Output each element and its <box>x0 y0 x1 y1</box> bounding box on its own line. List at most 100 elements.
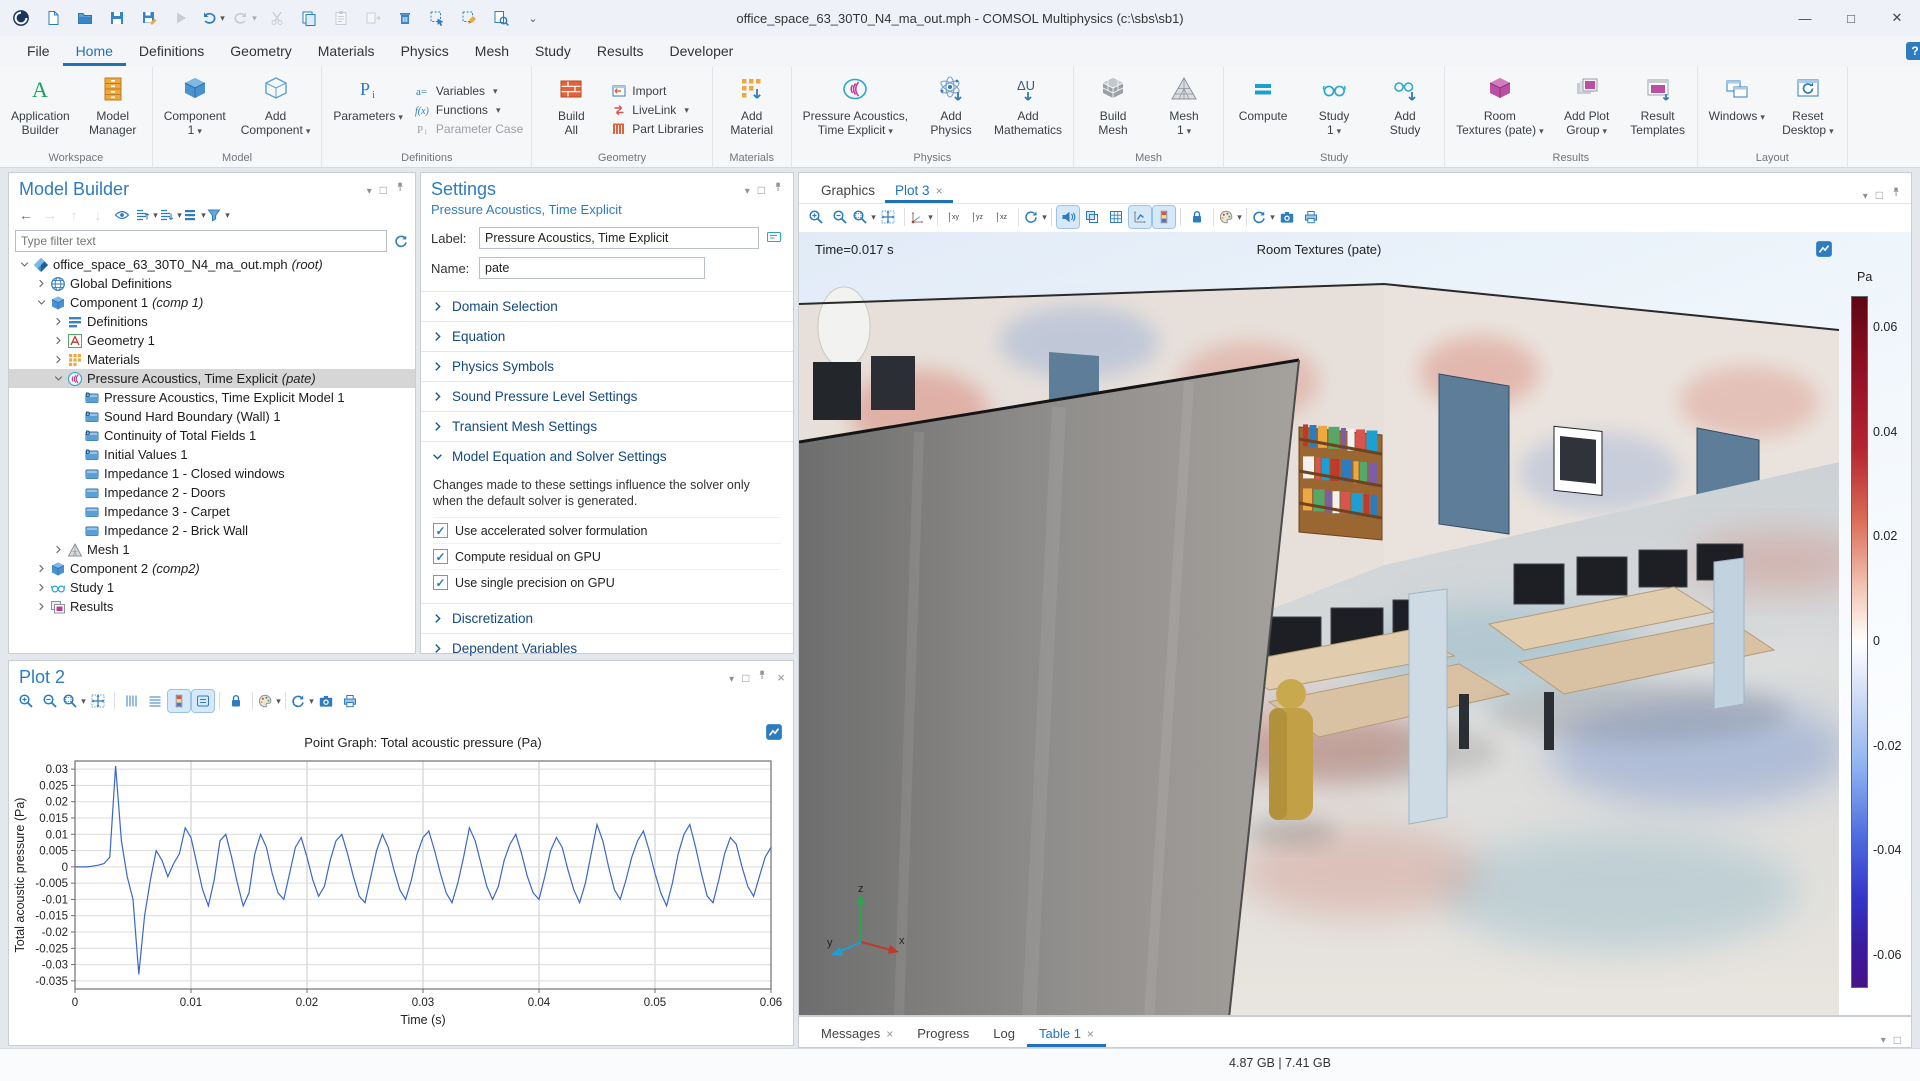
plot2-lock-button[interactable] <box>225 690 247 712</box>
menu-results[interactable]: Results <box>584 36 657 66</box>
graphics-lock-button[interactable] <box>1186 206 1208 228</box>
pin-panel-icon[interactable] <box>1891 186 1903 203</box>
plot2-zoom-in-button[interactable] <box>15 690 37 712</box>
label-field[interactable] <box>479 227 759 249</box>
pin-panel-icon[interactable] <box>773 181 785 198</box>
checkbox-box[interactable]: ✓ <box>433 575 448 590</box>
ribbon-button-mesh-1[interactable]: Mesh 1 ▾ <box>1149 69 1219 151</box>
ribbon-button-functions[interactable]: f(x) Functions ▾ <box>415 102 523 118</box>
ribbon-button-room-textures-pate-[interactable]: Room Textures (pate) ▾ <box>1449 69 1551 151</box>
checkbox-box[interactable]: ✓ <box>433 523 448 538</box>
redo-button[interactable]: ▾ <box>234 7 257 29</box>
plot2-zoom-extents-button[interactable] <box>87 690 109 712</box>
section-header-domain-selection[interactable]: Domain Selection <box>421 292 793 321</box>
help-button[interactable]: ? <box>1906 42 1920 60</box>
clear-selection-button[interactable] <box>458 7 480 29</box>
pin-panel-icon[interactable] <box>757 669 769 686</box>
close-tab-icon[interactable]: × <box>1087 1027 1094 1041</box>
graphics-zoom-in-button[interactable] <box>805 206 827 228</box>
close-tab-icon[interactable]: × <box>936 184 943 198</box>
expand-icon[interactable] <box>34 582 49 593</box>
run-button[interactable] <box>170 7 192 29</box>
tree-node-pressure-acoustics-time-explicit-model-1[interactable]: D Pressure Acoustics, Time Explicit Model… <box>9 388 415 407</box>
graphics-viewport[interactable]: Time=0.017 s Room Textures (pate) Pa 0.0… <box>799 232 1911 1015</box>
checkbox-use-accelerated-solver-formulation[interactable]: ✓ Use accelerated solver formulation <box>433 517 781 543</box>
graphics-transparency-button[interactable] <box>1081 206 1103 228</box>
ribbon-button-application-builder[interactable]: A Application Builder <box>4 69 77 151</box>
ribbon-button-import[interactable]: Import <box>611 83 703 99</box>
ribbon-button-pressure-acoustics-time-explicit[interactable]: Pressure Acoustics, Time Explicit ▾ <box>796 69 915 151</box>
checkbox-compute-residual-on-gpu[interactable]: ✓ Compute residual on GPU <box>433 543 781 569</box>
tree-node-initial-values-1[interactable]: D Initial Values 1 <box>9 445 415 464</box>
menu-study[interactable]: Study <box>522 36 584 66</box>
panel-menu-icon[interactable]: ▾ <box>367 183 372 197</box>
graphics-grid-table-button[interactable] <box>1105 206 1127 228</box>
close-button[interactable]: ✕ <box>1874 1 1920 36</box>
model-builder-funnel-button[interactable]: ▾ <box>207 204 230 226</box>
tree-node-impedance-3-carpet[interactable]: Impedance 3 - Carpet <box>9 502 415 521</box>
tree-node-study-1[interactable]: Study 1 <box>9 578 415 597</box>
menu-geometry[interactable]: Geometry <box>217 36 304 66</box>
tab-table-1[interactable]: Table 1 × <box>1027 1026 1106 1047</box>
graphics-rotate-button[interactable]: ▾ <box>1024 206 1047 228</box>
tab-plot-3[interactable]: Plot 3 × <box>885 183 953 203</box>
checkbox-use-single-precision-on-gpu[interactable]: ✓ Use single precision on GPU <box>433 569 781 595</box>
plot2-grid-x-button[interactable] <box>120 690 142 712</box>
open-button[interactable] <box>74 7 96 29</box>
graphics-print-button[interactable] <box>1300 206 1322 228</box>
model-builder-columns-icon-button[interactable]: ▾ <box>183 204 206 226</box>
ribbon-button-compute[interactable]: Compute <box>1228 69 1298 151</box>
float-panel-icon[interactable]: □ <box>742 671 749 685</box>
menu-mesh[interactable]: Mesh <box>462 36 522 66</box>
tree-node-continuity-of-total-fields-1[interactable]: D Continuity of Total Fields 1 <box>9 426 415 445</box>
graphics-colorbar-icon-button[interactable] <box>1152 205 1176 229</box>
expand-icon[interactable] <box>34 601 49 612</box>
plot2-legend-icon-button[interactable] <box>191 689 215 713</box>
model-builder-collapse-all-button[interactable]: ▾ <box>159 204 182 226</box>
ribbon-button-add-mathematics[interactable]: ΔU Add Mathematics <box>987 69 1069 151</box>
panel-menu-icon[interactable]: ▾ <box>729 671 734 685</box>
tree-node-geometry-1[interactable]: Geometry 1 <box>9 331 415 350</box>
graphics-view-yz-button[interactable]: yz <box>967 206 989 228</box>
maximize-button[interactable]: □ <box>1828 1 1874 36</box>
section-header-dependent-variables[interactable]: Dependent Variables <box>421 634 793 663</box>
tree-node-impedance-1-closed-windows[interactable]: Impedance 1 - Closed windows <box>9 464 415 483</box>
refresh-icon[interactable] <box>393 232 409 250</box>
checkbox-box[interactable]: ✓ <box>433 549 448 564</box>
expand-icon[interactable] <box>34 563 49 574</box>
tree-node-office-space-63-30t0-n4-ma-out-mph[interactable]: office_space_63_30T0_N4_ma_out.mph (root) <box>9 255 415 274</box>
model-builder-arrow-down-button[interactable]: ↓ <box>87 204 109 226</box>
graphics-plot-arrows-button[interactable] <box>1128 205 1152 229</box>
rename-button[interactable] <box>765 229 783 248</box>
tab-log[interactable]: Log <box>981 1026 1027 1047</box>
cut-button[interactable] <box>266 7 288 29</box>
menu-materials[interactable]: Materials <box>305 36 388 66</box>
ribbon-button-study-1[interactable]: Study 1 ▾ <box>1299 69 1369 151</box>
menu-definitions[interactable]: Definitions <box>126 36 217 66</box>
expand-icon[interactable] <box>51 335 66 346</box>
section-header-sound-pressure-level-settings[interactable]: Sound Pressure Level Settings <box>421 382 793 411</box>
tree-node-global-definitions[interactable]: Global Definitions <box>9 274 415 293</box>
plot2-print-button[interactable] <box>339 690 361 712</box>
model-builder-arrow-right-button[interactable]: → <box>39 204 61 226</box>
tab-messages[interactable]: Messages × <box>809 1026 905 1047</box>
minimize-button[interactable]: — <box>1782 1 1828 36</box>
ribbon-button-component-1[interactable]: Component 1 ▾ <box>157 69 233 151</box>
graphics-sound-button[interactable] <box>1056 205 1080 229</box>
menu-file[interactable]: File <box>14 36 63 66</box>
ribbon-button-variables[interactable]: a= Variables ▾ <box>415 83 523 99</box>
ribbon-button-model-manager[interactable]: Model Manager <box>78 69 148 151</box>
float-panel-icon[interactable]: □ <box>380 183 387 197</box>
plot2-update-button[interactable]: ▾ <box>291 690 314 712</box>
plot2-zoom-out-button[interactable] <box>39 690 61 712</box>
ribbon-button-parameter-case[interactable]: Pi Parameter Case <box>415 121 523 137</box>
model-builder-expand-all-button[interactable]: ▾ <box>135 204 158 226</box>
tree-node-mesh-1[interactable]: Mesh 1 <box>9 540 415 559</box>
expand-icon[interactable] <box>51 354 66 365</box>
tab-progress[interactable]: Progress <box>905 1026 981 1047</box>
ribbon-button-parameters[interactable]: Pi Parameters ▾ <box>326 69 410 151</box>
section-header-transient-mesh-settings[interactable]: Transient Mesh Settings <box>421 412 793 441</box>
tree-node-component-2[interactable]: Component 2 (comp2) <box>9 559 415 578</box>
pin-panel-icon[interactable] <box>395 181 407 198</box>
plot2-colorbar-icon-button[interactable] <box>167 689 191 713</box>
